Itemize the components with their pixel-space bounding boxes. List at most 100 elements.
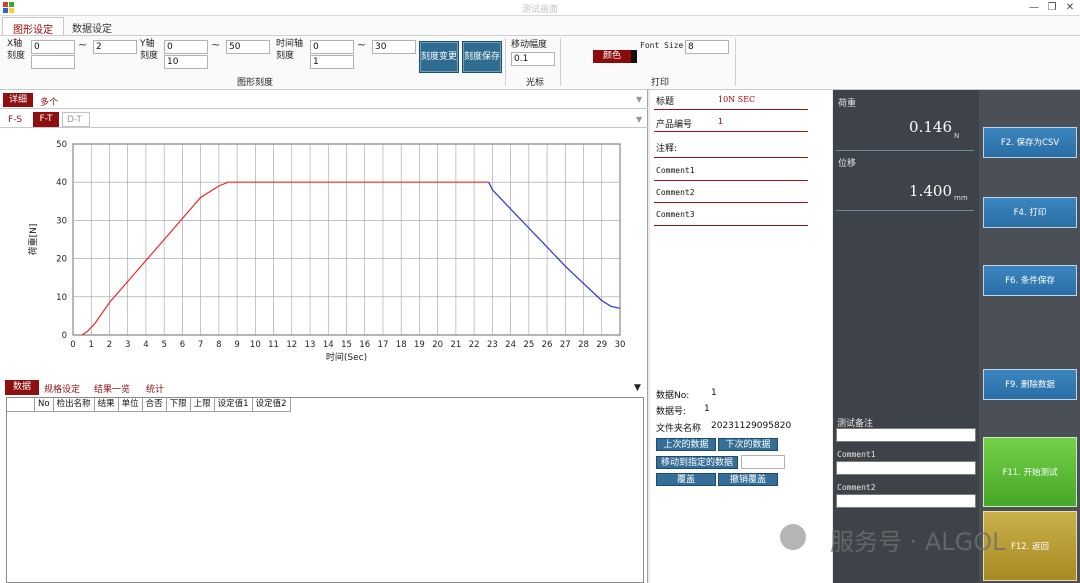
tab-data-settings[interactable]: 数据设定 [62, 17, 122, 35]
save-csv-button[interactable]: F2. 保存为CSV [983, 127, 1077, 158]
ribbon-separator [560, 38, 561, 86]
scale-save-button[interactable]: 刻度保存 [462, 41, 502, 73]
delete-data-button[interactable]: F9. 删除数据 [983, 369, 1077, 400]
x-tick-label: 6 [180, 340, 185, 350]
comment2-input-label: Comment2 [837, 483, 876, 492]
y-min-input[interactable]: 0 [164, 40, 208, 54]
data-grid[interactable] [6, 397, 644, 583]
grid-col-no[interactable]: No [35, 398, 54, 411]
x-tick-label: 21 [450, 340, 461, 350]
tab-multiple[interactable]: 多个 [40, 95, 58, 108]
comment2-label: Comment2 [656, 188, 695, 197]
tab-statistics[interactable]: 统计 [146, 382, 164, 395]
tab-graph-settings[interactable]: 图形设定 [2, 17, 64, 36]
restore-button[interactable]: ❐ [1044, 1, 1060, 14]
divider [654, 109, 808, 110]
group-scale-label: 图形刻度 [236, 78, 273, 88]
font-size-label: Font Size [640, 41, 684, 50]
x-tick-label: 25 [523, 340, 534, 350]
x-tick-label: 18 [396, 340, 407, 350]
x-tick-label: 13 [305, 340, 316, 350]
data-number-label: 数据号: [656, 407, 687, 417]
x-tick-label: 29 [596, 340, 607, 350]
grid-col-setting1[interactable]: 设定值1 [215, 398, 253, 411]
save-conditions-button[interactable]: F6. 条件保存 [983, 265, 1077, 296]
next-data-button[interactable]: 下次的数据 [718, 438, 778, 451]
y-tick-label: 30 [56, 216, 67, 226]
x-tick-label: 3 [125, 340, 130, 350]
prev-data-button[interactable]: 上次的数据 [656, 438, 716, 451]
goto-data-button[interactable]: 移动到指定的数据 [656, 456, 738, 469]
y-step-input[interactable]: 10 [164, 55, 208, 69]
color-button[interactable]: 颜色 [593, 50, 637, 63]
folder-name-label: 文件夹名称 [656, 424, 702, 434]
grid-col-unit[interactable]: 单位 [119, 398, 143, 411]
grid-col-name[interactable]: 检出名称 [54, 398, 95, 411]
function-key-column [979, 90, 1080, 583]
x-tick-label: 23 [487, 340, 498, 350]
undo-overwrite-button[interactable]: 撤销覆盖 [718, 473, 778, 486]
t-max-input[interactable]: 30 [372, 40, 416, 54]
load-value: 0.146 [909, 118, 952, 136]
scale-change-button[interactable]: 刻度变更 [419, 41, 459, 73]
x-min-input[interactable]: 0 [31, 40, 75, 54]
title-bar: 测试画面 — ❐ ✕ [0, 0, 1080, 16]
time-axis-label: 时间轴 刻度 [276, 39, 304, 61]
grid-col-upper[interactable]: 上限 [191, 398, 215, 411]
grid-col-setting2[interactable]: 设定值2 [253, 398, 291, 411]
y-max-input[interactable]: 50 [226, 40, 270, 54]
test-note-input[interactable] [836, 428, 976, 442]
comment1-input-label: Comment1 [837, 450, 876, 459]
print-button[interactable]: F4. 打印 [983, 197, 1077, 228]
move-amount-label: 移动幅度 [511, 40, 548, 50]
comment3-label: Comment3 [656, 210, 695, 219]
tab-f-t[interactable]: F-T [33, 112, 59, 127]
x-tick-label: 16 [359, 340, 370, 350]
folder-name-value: 20231129095820 [711, 421, 792, 431]
ribbon-separator [735, 38, 736, 86]
divider [654, 202, 808, 203]
t-min-input[interactable]: 0 [310, 40, 354, 54]
grid-col-result[interactable]: 结果 [95, 398, 119, 411]
y-axis-label: Y轴 刻度 [140, 39, 159, 61]
goto-data-input[interactable] [741, 455, 785, 469]
minimize-button[interactable]: — [1026, 1, 1042, 14]
dropdown-arrow-icon[interactable]: ▼ [634, 383, 641, 393]
t-step-input[interactable]: 1 [310, 55, 354, 69]
divider [654, 180, 808, 181]
x-max-input[interactable]: 2 [93, 40, 137, 54]
title-label: 标题 [656, 97, 675, 107]
grid-col-pass[interactable]: 合否 [143, 398, 167, 411]
tab-d-t[interactable]: D-T [62, 112, 90, 127]
displacement-value: 1.400 [909, 182, 952, 200]
font-size-input[interactable]: 8 [685, 40, 729, 54]
x-step-input[interactable] [31, 55, 75, 69]
product-no-value[interactable]: 1 [718, 117, 723, 126]
comment1-label: Comment1 [656, 166, 695, 175]
overwrite-button[interactable]: 覆盖 [656, 473, 716, 486]
group-print-label: 打印 [650, 78, 669, 88]
move-amount-input[interactable]: 0.1 [511, 52, 555, 66]
x-tick-label: 1 [89, 340, 94, 350]
x-tick-label: 26 [542, 340, 553, 350]
data-no-label: 数据No: [656, 391, 690, 401]
tab-results-list[interactable]: 结果一览 [94, 382, 130, 395]
title-value[interactable]: 10N SEC [718, 95, 755, 104]
tab-spec-settings[interactable]: 规格设定 [44, 382, 80, 395]
comment2-input[interactable] [836, 494, 976, 508]
close-button[interactable]: ✕ [1062, 1, 1078, 14]
dropdown-arrow-icon[interactable]: ▼ [636, 115, 642, 124]
comment1-input[interactable] [836, 461, 976, 475]
y-tick-label: 0 [62, 331, 67, 341]
dropdown-arrow-icon[interactable]: ▼ [636, 95, 642, 104]
tab-data[interactable]: 数据 [5, 380, 39, 395]
x-tick-label: 17 [378, 340, 389, 350]
start-test-button[interactable]: F11. 开始测试 [983, 437, 1077, 507]
y-tick-label: 50 [56, 140, 67, 150]
grid-col-lower[interactable]: 下限 [167, 398, 191, 411]
divider [654, 157, 808, 158]
tab-f-s[interactable]: F-S [8, 115, 22, 125]
x-tick-label: 30 [615, 340, 626, 350]
x-tick-label: 19 [414, 340, 425, 350]
tab-detail[interactable]: 详细 [3, 93, 33, 107]
